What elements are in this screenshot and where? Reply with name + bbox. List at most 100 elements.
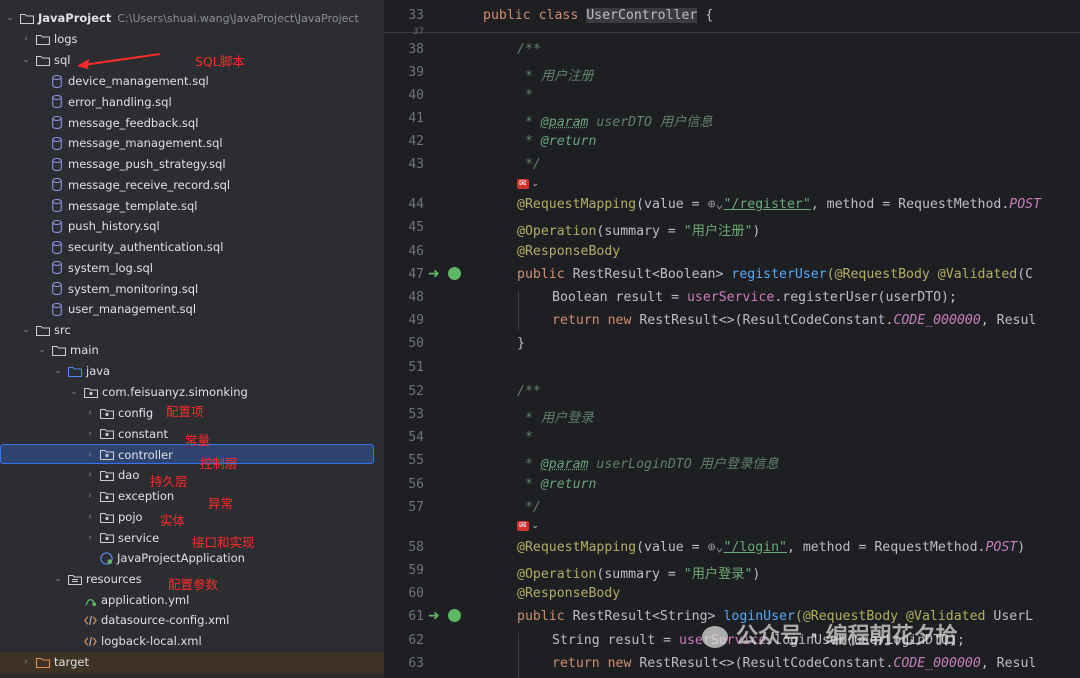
tree-file-sql[interactable]: message_template.sql: [52, 196, 198, 216]
brace: {: [697, 8, 714, 23]
mapping-icon[interactable]: ✉ ⌄: [517, 179, 539, 189]
chevron-right-icon[interactable]: ›: [84, 470, 96, 480]
tree-folder-main[interactable]: ⌄ main: [36, 340, 99, 360]
database-icon: [52, 261, 62, 275]
annotation-controller: 控制层: [200, 456, 238, 471]
package-icon: [100, 512, 114, 523]
line-number: 52: [408, 384, 424, 399]
globe-icon[interactable]: ⊕⌄: [708, 197, 724, 212]
database-icon: [52, 116, 62, 129]
tree-package-service[interactable]: › service: [84, 528, 159, 548]
tree-folder-sql[interactable]: ⌄ sql: [20, 50, 70, 70]
string-literal[interactable]: "/register": [723, 197, 810, 212]
chevron-down-icon[interactable]: ⌄: [4, 13, 16, 23]
tree-package-dao[interactable]: › dao: [84, 465, 139, 485]
tree-file-sql[interactable]: device_management.sql: [52, 71, 209, 91]
line-number: 54: [408, 430, 424, 445]
tree-label: message_push_strategy.sql: [68, 157, 226, 171]
indent-guide: [518, 633, 519, 678]
tree-file-datasource-xml[interactable]: datasource-config.xml: [84, 610, 229, 630]
constant: POST: [1009, 197, 1042, 212]
globe-icon[interactable]: ⊕⌄: [708, 540, 724, 555]
tree-file-sql[interactable]: message_management.sql: [52, 133, 223, 153]
tree-file-sql[interactable]: system_log.sql: [52, 258, 153, 278]
tree-folder-resources[interactable]: ⌄ resources: [52, 569, 142, 589]
code-editor[interactable]: 33 37 38 39 40 41 42 43 44 45 46 47 48 49 50 51 52 53 54 55…: [384, 0, 1080, 678]
annotation-sql: SQL脚本: [195, 54, 245, 69]
spring-bean-icon[interactable]: [448, 609, 461, 622]
spring-bean-icon[interactable]: [448, 267, 461, 280]
code-line-39: * 用户注册: [517, 69, 594, 84]
tree-folder-src[interactable]: ⌄ src: [20, 320, 71, 340]
package-icon: [100, 429, 114, 440]
tree-folder-logs[interactable]: › logs: [20, 29, 78, 49]
doc-tag: @param: [540, 457, 589, 472]
tree-label: push_history.sql: [68, 219, 160, 234]
tree-file-sql[interactable]: user_management.sql: [52, 299, 196, 319]
chevron-down-icon[interactable]: ⌄: [36, 345, 48, 355]
mapping-icon[interactable]: ✉ ⌄: [517, 521, 539, 531]
chevron-down-icon[interactable]: ⌄: [52, 366, 64, 376]
tree-file-sql[interactable]: error_handling.sql: [52, 92, 172, 112]
chevron-down-icon[interactable]: ⌄: [20, 325, 32, 335]
line-number: 45: [408, 220, 424, 235]
code-line-46: @ResponseBody: [517, 244, 621, 259]
tree-label: java: [86, 364, 111, 378]
tree-folder-target[interactable]: › target: [20, 652, 89, 672]
chevron-down-icon[interactable]: ⌄: [68, 387, 80, 397]
tree-label: main: [70, 343, 99, 357]
chevron-right-icon[interactable]: ›: [84, 429, 96, 439]
annotation: @Operation: [517, 567, 597, 582]
tree-package-config[interactable]: › config: [84, 403, 153, 423]
tree-package-root[interactable]: ⌄ com.feisuanyz.simonking: [68, 382, 248, 402]
excluded-folder-icon: [36, 657, 50, 668]
code-text: ): [752, 567, 761, 582]
tree-file-sql[interactable]: push_history.sql: [52, 216, 160, 236]
tree-label: src: [54, 323, 71, 337]
chevron-right-icon[interactable]: ›: [84, 512, 96, 522]
chevron-right-icon[interactable]: ›: [20, 34, 32, 44]
chevron-down-icon[interactable]: ⌄: [52, 574, 64, 584]
tree-file-sql[interactable]: security_authentication.sql: [52, 237, 223, 257]
code-line-48: Boolean result = userService.registerUse…: [552, 290, 957, 305]
chevron-right-icon[interactable]: ›: [84, 491, 96, 501]
tree-root-project[interactable]: ⌄ JavaProject C:\Users\shuai.wang\JavaPr…: [4, 8, 359, 28]
line-number: 55: [408, 453, 424, 468]
chevron-down-icon[interactable]: ⌄: [20, 55, 32, 65]
keyword: public: [517, 609, 573, 624]
chevron-right-icon[interactable]: ›: [84, 408, 96, 418]
tree-label: logback-local.xml: [101, 634, 202, 648]
run-arrow-icon[interactable]: ➜: [428, 266, 440, 282]
tree-package-constant[interactable]: › constant: [84, 424, 168, 444]
code-line-40: *: [517, 88, 533, 103]
package-icon: [100, 470, 114, 481]
tree-label: logs: [54, 32, 78, 46]
chevron-right-icon[interactable]: ›: [84, 533, 96, 543]
tree-label: system_monitoring.sql: [68, 281, 199, 296]
string-literal: "用户注册": [683, 224, 753, 239]
run-arrow-icon[interactable]: ➜: [428, 608, 440, 624]
tree-folder-java[interactable]: ⌄ java: [52, 361, 110, 381]
tree-package-controller[interactable]: › controller: [84, 445, 173, 465]
string-literal[interactable]: "/login": [723, 540, 787, 555]
tree-file-sql[interactable]: message_feedback.sql: [52, 113, 198, 133]
tree-package-pojo[interactable]: › pojo: [84, 507, 142, 527]
tree-file-logback-xml[interactable]: logback-local.xml: [84, 631, 202, 651]
database-icon: [52, 95, 62, 109]
tree-file-sql[interactable]: system_monitoring.sql: [52, 279, 198, 299]
tree-file-application-yml[interactable]: application.yml: [84, 590, 189, 610]
package-icon: [100, 450, 114, 461]
doc-tag: @return: [540, 134, 597, 149]
field-name: userService: [686, 290, 775, 305]
code-line-43: */: [517, 157, 541, 172]
tree-label: service: [118, 530, 160, 545]
xml-file-icon: [84, 636, 97, 646]
line-number: 46: [408, 244, 424, 259]
code-text: , Resul: [980, 656, 1037, 671]
tree-file-sql[interactable]: message_receive_record.sql: [52, 175, 230, 195]
tree-label: user_management.sql: [68, 302, 197, 317]
tree-file-app-class[interactable]: JavaProjectApplication: [100, 548, 245, 568]
chevron-right-icon[interactable]: ›: [20, 657, 32, 667]
tree-file-sql[interactable]: message_push_strategy.sql: [52, 154, 226, 174]
chevron-right-icon[interactable]: ›: [84, 450, 96, 460]
